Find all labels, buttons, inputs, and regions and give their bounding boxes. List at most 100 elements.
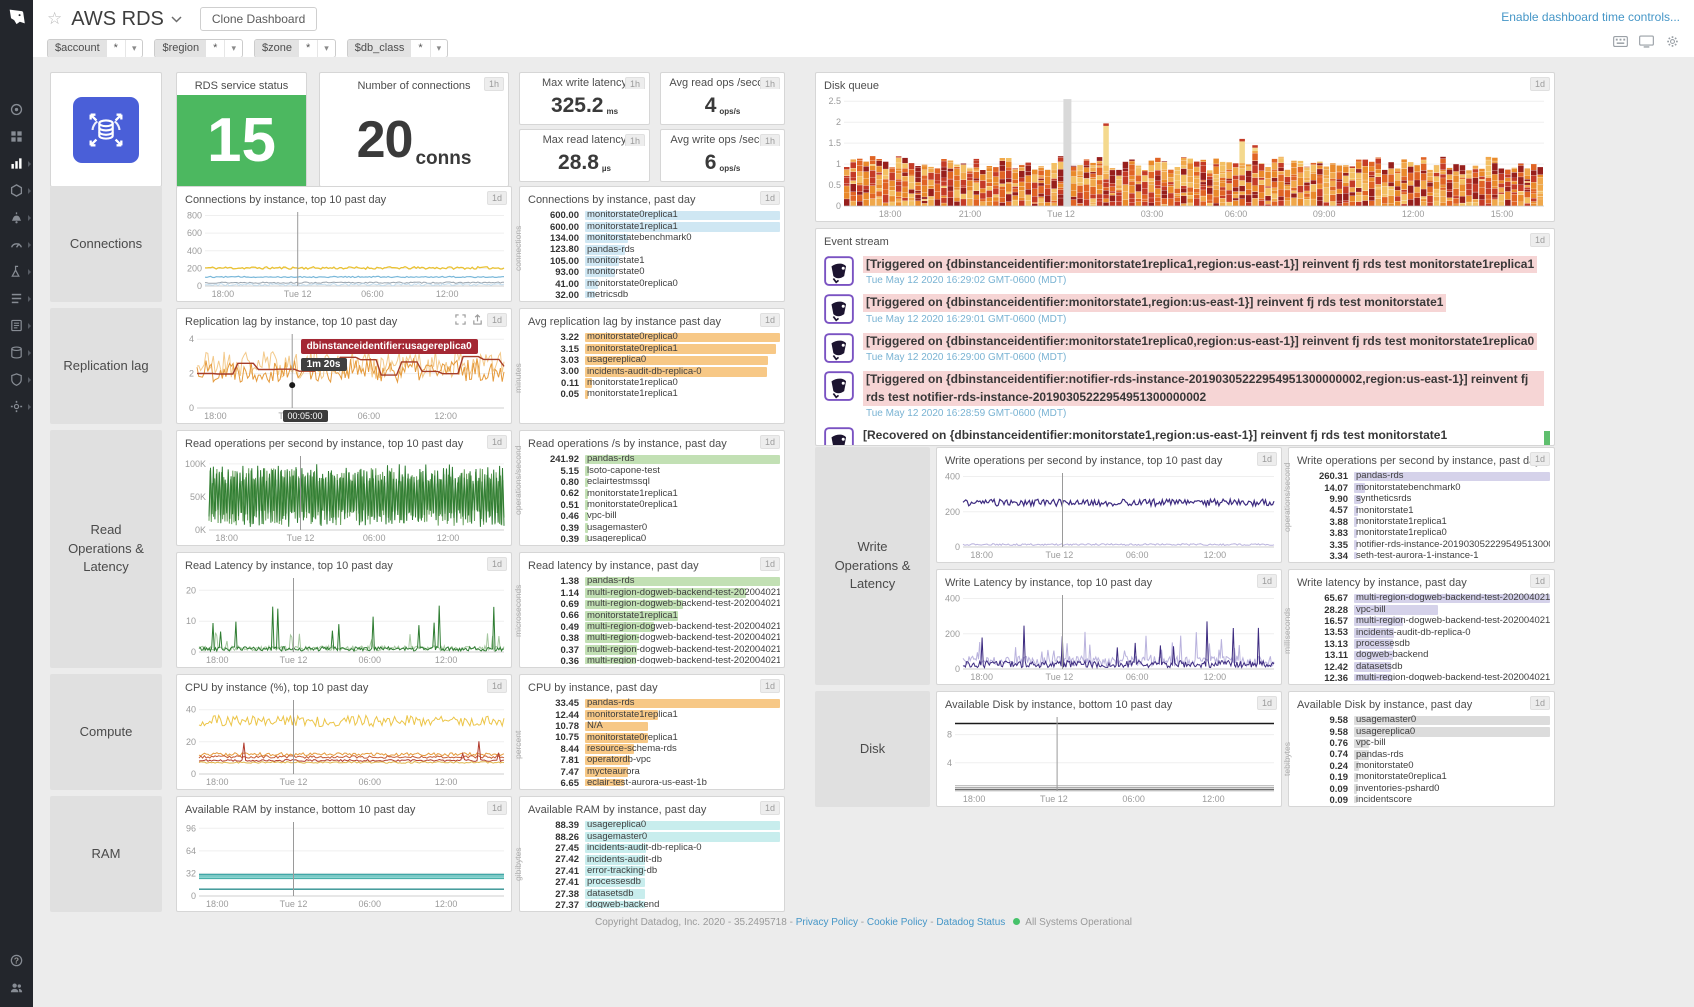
toplist-row[interactable]: 260.31pandas-rds — [1304, 471, 1550, 482]
keyboard-shortcuts-icon[interactable] — [1613, 35, 1628, 48]
toplist-row[interactable]: 7.81operatordb-vpc — [535, 755, 780, 766]
toplist-row[interactable]: 13.11dogweb-backend — [1304, 650, 1550, 661]
chevron-down-icon[interactable] — [171, 16, 182, 23]
timeseries-chart[interactable]: 0102018:00Tue 1206:0012:00 — [179, 573, 509, 665]
toplist-row[interactable]: 0.36multi-region-dogweb-backend-test-202… — [535, 656, 780, 664]
toplist-row[interactable]: 3.15monitorstate0replica1 — [535, 343, 780, 354]
sidebar-item-notebooks[interactable] — [0, 285, 33, 312]
toplist-row[interactable]: 4.57monitorstate1 — [1304, 505, 1550, 516]
toplist-row[interactable]: 9.90syntheticsrds — [1304, 494, 1550, 505]
sidebar-item-security[interactable] — [0, 366, 33, 393]
timeseries-chart[interactable]: 020040018:00Tue 1206:0012:00 — [939, 468, 1279, 560]
template-var-region[interactable]: $region*▾ — [154, 39, 243, 58]
toplist-row[interactable]: 3.88monitorstate1replica1 — [1304, 517, 1550, 528]
toplist-row[interactable]: 12.44monitorstate1replica1 — [535, 709, 780, 720]
toplist-row[interactable]: 0.51monitorstate0replica1 — [535, 500, 780, 511]
toplist-row[interactable]: 10.78N/A — [535, 721, 780, 732]
toplist-row[interactable]: 13.13processesdb — [1304, 639, 1550, 650]
toplist-row[interactable]: 16.57multi-region-dogweb-backend-test-20… — [1304, 616, 1550, 627]
sidebar-item-synthetics[interactable] — [0, 258, 33, 285]
toplist-row[interactable]: 3.35notifier-rds-instance-20190305222954… — [1304, 539, 1550, 550]
share-icon[interactable] — [472, 314, 483, 325]
toplist-row[interactable]: 65.67multi-region-dogweb-backend-test-20… — [1304, 593, 1550, 604]
event-title[interactable]: [Triggered on {dbinstanceidentifier:moni… — [863, 294, 1446, 311]
toplist-row[interactable]: 27.38datasetsdb — [535, 888, 780, 899]
toplist-row[interactable]: 0.19monitorstate0replica1 — [1304, 772, 1550, 783]
tv-mode-icon[interactable] — [1639, 35, 1654, 48]
toplist-row[interactable]: 12.42datasetsdb — [1304, 661, 1550, 672]
toplist-row[interactable]: 0.66monitorstate1replica1 — [535, 610, 780, 621]
cookie-policy-link[interactable]: Cookie Policy — [867, 917, 928, 928]
favorite-star-icon[interactable]: ☆ — [47, 9, 62, 29]
toplist-row[interactable]: 9.58usagereplica0 — [1304, 726, 1550, 737]
event-row[interactable]: [Recovered on {dbinstanceidentifier:moni… — [816, 423, 1554, 445]
toplist-row[interactable]: 6.65eclair-test-aurora-us-east-1b — [535, 778, 780, 786]
event-row[interactable]: [Triggered on {dbinstanceidentifier:moni… — [816, 290, 1554, 328]
event-title[interactable]: [Recovered on {dbinstanceidentifier:moni… — [863, 427, 1447, 444]
toplist-row[interactable]: 88.39usagereplica0 — [535, 820, 780, 831]
event-row[interactable]: [Triggered on {dbinstanceidentifier:moni… — [816, 252, 1554, 290]
toplist-row[interactable]: 0.69multi-region-dogweb-backend-test-202… — [535, 599, 780, 610]
toplist-row[interactable]: 600.00monitorstate1replica1 — [535, 221, 780, 232]
enable-time-controls-link[interactable]: Enable dashboard time controls... — [1501, 10, 1680, 24]
expand-icon[interactable] — [455, 314, 466, 325]
user-icon[interactable] — [0, 974, 33, 1001]
sidebar-item-metrics[interactable] — [0, 150, 33, 177]
toplist-row[interactable]: 0.37multi-region-dogweb-backend-test-202… — [535, 644, 780, 655]
toplist-row[interactable]: 0.49multi-region-dogweb-backend-test-202… — [535, 622, 780, 633]
toplist-row[interactable]: 3.00incidents-audit-db-replica-0 — [535, 366, 780, 377]
toplist-row[interactable]: 5.15lsoto-capone-test — [535, 465, 780, 476]
toplist-row[interactable]: 0.39usagereplica0 — [535, 534, 780, 542]
toplist-row[interactable]: 13.53incidents-audit-db-replica-0 — [1304, 627, 1550, 638]
help-icon[interactable]: ? — [0, 947, 33, 974]
toplist-row[interactable]: 41.00monitorstate0replica0 — [535, 278, 780, 289]
toplist-row[interactable]: 0.09incidentscore — [1304, 795, 1550, 803]
template-var-zone[interactable]: $zone*▾ — [254, 39, 336, 58]
toplist-row[interactable]: 0.62monitorstate1replica1 — [535, 488, 780, 499]
toplist-row[interactable]: 32.00metricsdb — [535, 290, 780, 298]
datadog-status-link[interactable]: Datadog Status — [936, 917, 1005, 928]
toplist-row[interactable]: 27.45incidents-audit-db-replica-0 — [535, 843, 780, 854]
timeseries-chart[interactable]: 020040060080018:00Tue 1206:0012:00 — [179, 207, 509, 299]
toplist-row[interactable]: 8.44resource-schema-rds — [535, 744, 780, 755]
toplist-row[interactable]: 0.76vpc-bill — [1304, 738, 1550, 749]
toplist-row[interactable]: 3.22monitorstate0replica0 — [535, 332, 780, 343]
sidebar-item-dashboards[interactable] — [0, 123, 33, 150]
sidebar-item-database[interactable] — [0, 339, 33, 366]
clone-dashboard-button[interactable]: Clone Dashboard — [200, 7, 317, 31]
toplist-row[interactable]: 1.14multi-region-dogweb-backend-test-202… — [535, 587, 780, 598]
toplist-row[interactable]: 7.47mycteaurora — [535, 766, 780, 777]
timeseries-chart[interactable]: 4818:00Tue 1206:0012:00 — [939, 712, 1279, 804]
toplist-row[interactable]: 0.80eclairtestmssql — [535, 477, 780, 488]
toplist-row[interactable]: 10.75monitorstate0replica1 — [535, 732, 780, 743]
disk-queue-chart[interactable]: 00.511.522.518:0021:00Tue 1203:0006:0009… — [818, 93, 1552, 219]
toplist-row[interactable]: 27.41processesdb — [535, 877, 780, 888]
template-var-db-class[interactable]: $db_class*▾ — [347, 39, 448, 58]
sidebar-item-logs[interactable] — [0, 312, 33, 339]
sidebar-item-watchdog[interactable] — [0, 96, 33, 123]
timeseries-chart[interactable]: 0K50K100K18:00Tue 1206:0012:00 — [179, 451, 509, 543]
sidebar-item-apm[interactable] — [0, 231, 33, 258]
event-title[interactable]: [Triggered on {dbinstanceidentifier:moni… — [863, 256, 1537, 273]
toplist-row[interactable]: 1.38pandas-rds — [535, 576, 780, 587]
toplist-row[interactable]: 241.92pandas-rds — [535, 454, 780, 465]
sidebar-item-infrastructure[interactable] — [0, 177, 33, 204]
event-title[interactable]: [Triggered on {dbinstanceidentifier:moni… — [863, 333, 1537, 350]
toplist-row[interactable]: 93.00monitorstate0 — [535, 267, 780, 278]
event-row[interactable]: [Triggered on {dbinstanceidentifier:noti… — [816, 367, 1554, 423]
toplist-row[interactable]: 12.36multi-region-dogweb-backend-test-20… — [1304, 673, 1550, 681]
toplist-row[interactable]: 3.03usagereplica0 — [535, 355, 780, 366]
datadog-logo-icon[interactable] — [0, 0, 33, 34]
toplist-row[interactable]: 0.38multi-region-dogweb-backend-test-202… — [535, 633, 780, 644]
toplist-row[interactable]: 0.46vpc-bill — [535, 511, 780, 522]
toplist-row[interactable]: 88.26usagemaster0 — [535, 831, 780, 842]
event-title[interactable]: [Triggered on {dbinstanceidentifier:noti… — [863, 371, 1544, 406]
timeseries-chart[interactable]: 032649618:00Tue 1206:0012:00 — [179, 817, 509, 909]
toplist-row[interactable]: 600.00monitorstate0replica1 — [535, 210, 780, 221]
timeseries-chart[interactable]: 0204018:00Tue 1206:0012:00 — [179, 695, 509, 787]
toplist-row[interactable]: 134.00monitorstatebenchmark0 — [535, 233, 780, 244]
toplist-row[interactable]: 27.42incidents-audit-db — [535, 854, 780, 865]
toplist-row[interactable]: 123.80pandas-rds — [535, 244, 780, 255]
event-row[interactable]: [Triggered on {dbinstanceidentifier:moni… — [816, 329, 1554, 367]
toplist-row[interactable]: 3.34seth-test-aurora-1-instance-1 — [1304, 551, 1550, 559]
